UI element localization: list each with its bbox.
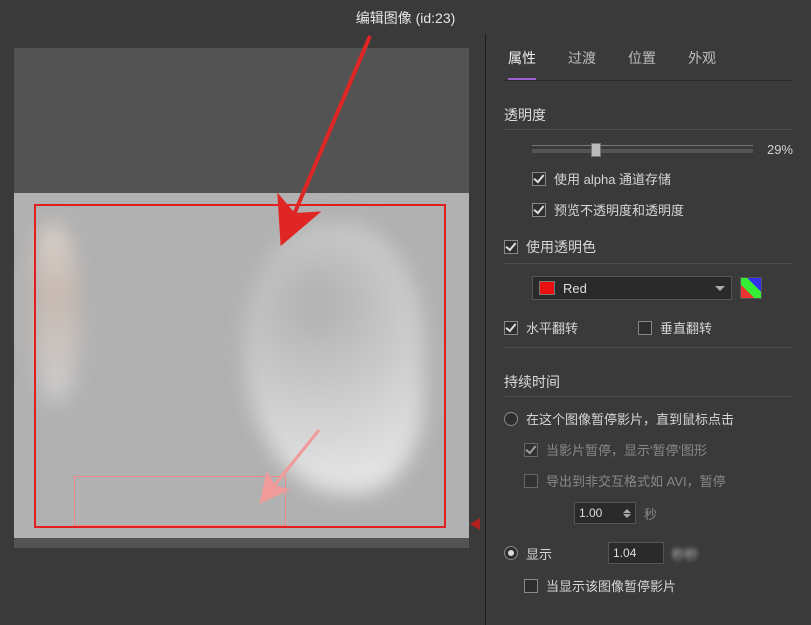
- section-opacity: 透明度 29% 使用 alpha 通道存储 预览不透明度和透明度: [504, 105, 793, 219]
- transparent-color-dropdown[interactable]: Red: [532, 276, 732, 300]
- pause-seconds-unit: 秒: [644, 504, 657, 523]
- section-duration: 持续时间 在这个图像暂停影片，直到鼠标点击 当影片暂停，显示'暂停'图形 导出到…: [504, 372, 793, 595]
- tab-position[interactable]: 位置: [628, 44, 656, 80]
- opacity-slider-thumb[interactable]: [591, 143, 601, 157]
- tab-properties[interactable]: 属性: [508, 44, 536, 80]
- opacity-value: 29%: [767, 142, 793, 157]
- pause-showpause-checkbox: [524, 443, 538, 457]
- show-pausemovie-checkbox[interactable]: [524, 579, 538, 593]
- show-pausemovie-label: 当显示该图像暂停影片: [546, 576, 676, 595]
- red-marker-triangle: [470, 518, 480, 530]
- color-swatch-icon: [539, 281, 555, 295]
- properties-panel: 属性 过渡 位置 外观 透明度 29% 使用 alpha 通道存储: [485, 34, 811, 625]
- pause-showpause-label: 当影片暂停，显示'暂停'图形: [546, 440, 707, 459]
- transparent-color-value: Red: [563, 281, 707, 296]
- pause-export-label: 导出到非交互格式如 AVI，暂停: [546, 471, 726, 490]
- alpha-channel-label: 使用 alpha 通道存储: [554, 169, 671, 188]
- section-flip: 水平翻转 垂直翻转: [504, 318, 793, 348]
- alpha-channel-checkbox[interactable]: [532, 172, 546, 186]
- spinner-icon: [623, 509, 631, 518]
- dialog-title: 编辑图像 (id:23): [0, 0, 811, 34]
- preview-opacity-label: 预览不透明度和透明度: [554, 200, 684, 219]
- opacity-slider[interactable]: [532, 149, 753, 153]
- duration-header: 持续时间: [504, 372, 793, 397]
- preview-canvas[interactable]: [14, 48, 469, 548]
- preview-pane: [0, 34, 485, 625]
- section-transparent-color: 使用透明色 Red: [504, 237, 793, 300]
- tab-appearance[interactable]: 外观: [688, 44, 716, 80]
- show-seconds-value: 1.04: [613, 546, 636, 560]
- pause-seconds-value: 1.00: [579, 506, 602, 520]
- pause-radio[interactable]: [504, 412, 518, 426]
- flip-vertical-checkbox[interactable]: [638, 321, 652, 335]
- tabs: 属性 过渡 位置 外观: [504, 34, 793, 81]
- transparent-color-checkbox[interactable]: [504, 240, 518, 254]
- pause-radio-label: 在这个图像暂停影片，直到鼠标点击: [526, 409, 734, 428]
- color-picker-button[interactable]: [740, 277, 762, 299]
- show-seconds-suffix: 秒秒: [672, 544, 698, 563]
- show-radio[interactable]: [504, 546, 518, 560]
- preview-opacity-checkbox[interactable]: [532, 203, 546, 217]
- tab-transition[interactable]: 过渡: [568, 44, 596, 80]
- flip-vertical-label: 垂直翻转: [660, 318, 712, 337]
- show-radio-label: 显示: [526, 544, 552, 563]
- chevron-down-icon: [715, 286, 725, 291]
- opacity-header: 透明度: [504, 105, 793, 130]
- pause-export-checkbox: [524, 474, 538, 488]
- transparent-color-label: 使用透明色: [526, 237, 596, 257]
- show-seconds-input[interactable]: 1.04: [608, 542, 664, 564]
- pause-seconds-input: 1.00: [574, 502, 636, 524]
- flip-horizontal-label: 水平翻转: [526, 318, 578, 337]
- flip-horizontal-checkbox[interactable]: [504, 321, 518, 335]
